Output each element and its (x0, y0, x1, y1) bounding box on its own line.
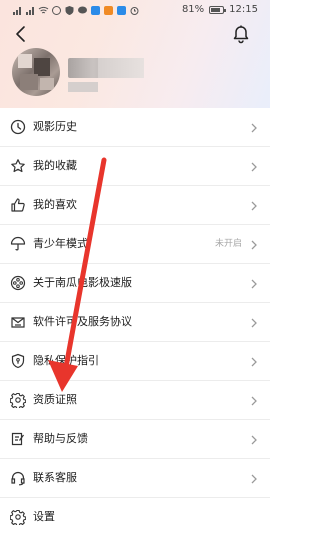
app-notification-icon (52, 6, 61, 15)
umbrella-icon (10, 236, 26, 251)
status-right: 81% 12:15 (182, 4, 258, 15)
battery-percent: 81% (181, 4, 205, 15)
star-icon (11, 159, 25, 173)
chevron-right-icon (251, 435, 257, 445)
menu-item-watch-history[interactable]: 观影历史 (0, 108, 270, 147)
chevron-right-icon (251, 396, 257, 406)
chevron-right-icon (251, 162, 257, 172)
signal-icon (13, 7, 21, 15)
app-notification-icon (104, 6, 113, 15)
menu-item-about[interactable]: 关于南瓜电影极速版 (0, 264, 270, 303)
menu-item-youth-mode[interactable]: 青少年模式 未开启 (0, 225, 270, 264)
menu-item-favorites[interactable]: 我的收藏 (0, 147, 270, 186)
menu-item-label: 资质证照 (33, 393, 77, 406)
chevron-right-icon (251, 318, 257, 328)
chevron-right-icon (251, 357, 257, 367)
top-nav (0, 22, 270, 46)
menu-item-label: 我的喜欢 (33, 198, 77, 211)
film-reel-icon (10, 275, 26, 291)
gear-icon (10, 509, 26, 525)
shield-icon (65, 6, 74, 15)
battery-icon (209, 5, 227, 14)
menu-item-label: 隐私保护指引 (33, 354, 99, 367)
app-notification-icon (91, 6, 100, 15)
chevron-right-icon (251, 123, 257, 133)
wifi-icon (38, 6, 49, 14)
menu-item-label: 设置 (33, 510, 55, 523)
status-icons (12, 5, 140, 16)
menu-item-qualifications[interactable]: 资质证照 (0, 381, 270, 420)
privacy-shield-icon (11, 353, 25, 369)
chat-app-icon (78, 6, 87, 14)
feedback-icon (11, 432, 24, 446)
profile-header: 81% 12:15 (0, 0, 270, 108)
chevron-right-icon (251, 201, 257, 211)
app-notification-icon (117, 6, 126, 15)
agreement-icon (11, 317, 25, 328)
battery-level (211, 7, 221, 12)
menu-item-help-feedback[interactable]: 帮助与反馈 (0, 420, 270, 459)
clock-icon (10, 119, 26, 135)
menu-item-settings[interactable]: 设置 (0, 498, 270, 537)
menu-item-label: 青少年模式 (33, 237, 88, 250)
avatar[interactable] (12, 48, 60, 96)
menu-item-likes[interactable]: 我的喜欢 (0, 186, 270, 225)
back-arrow-icon[interactable] (10, 23, 32, 45)
menu-item-label: 我的收藏 (33, 159, 77, 172)
menu-item-label: 联系客服 (33, 471, 77, 484)
headset-icon (11, 471, 25, 486)
status-bar: 81% 12:15 (0, 0, 270, 22)
chevron-right-icon (251, 240, 257, 250)
chevron-right-icon (251, 474, 257, 484)
bell-icon[interactable] (230, 23, 252, 45)
signal-icon (26, 7, 34, 15)
alarm-icon (130, 7, 139, 15)
username-blurred (98, 58, 144, 78)
menu-item-label: 观影历史 (33, 120, 77, 133)
youth-mode-status: 未开启 (214, 239, 242, 249)
chevron-right-icon (251, 279, 257, 289)
menu-item-customer-service[interactable]: 联系客服 (0, 459, 270, 498)
user-profile[interactable] (12, 48, 262, 100)
menu-item-privacy[interactable]: 隐私保护指引 (0, 342, 270, 381)
settings-menu: 观影历史 我的收藏 我的喜欢 青少年模式 未开启 关于南瓜电影极速版 软件许可及… (0, 108, 270, 537)
user-id-blurred (68, 82, 98, 92)
thumbs-up-icon (11, 198, 25, 212)
menu-item-label: 帮助与反馈 (33, 432, 88, 445)
menu-item-label: 软件许可及服务协议 (33, 315, 132, 328)
menu-item-label: 关于南瓜电影极速版 (33, 276, 132, 289)
gear-icon (10, 392, 26, 408)
menu-item-software-license[interactable]: 软件许可及服务协议 (0, 303, 270, 342)
clock-time: 12:15 (229, 4, 258, 15)
